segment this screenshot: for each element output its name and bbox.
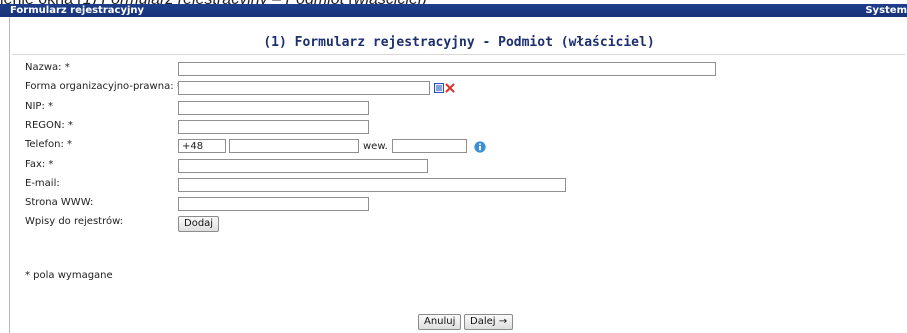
clear-x-icon[interactable] (445, 83, 455, 93)
regon-input[interactable] (178, 120, 369, 134)
label-regon: REGON: * (25, 120, 73, 131)
nip-input[interactable] (178, 101, 369, 115)
label-wpisy: Wpisy do rejestrów: (25, 216, 124, 227)
label-www: Strona WWW: (25, 197, 94, 208)
registration-window: Formularz rejestracyjny System (1) Formu… (0, 4, 907, 333)
www-input[interactable] (178, 197, 369, 211)
add-register-entry-button[interactable]: Dodaj (178, 216, 220, 232)
cancel-button[interactable]: Anuluj (418, 314, 462, 330)
info-icon[interactable] (474, 141, 486, 153)
email-input[interactable] (178, 178, 566, 192)
window-title-right: System (865, 5, 907, 16)
fax-input[interactable] (178, 159, 428, 173)
telefon-ext-input[interactable] (392, 139, 467, 153)
nazwa-input[interactable] (178, 62, 716, 76)
list-select-icon[interactable] (434, 83, 444, 93)
label-wew: wew. (363, 141, 388, 152)
forma-input[interactable] (178, 81, 430, 95)
label-nip: NIP: * (25, 101, 54, 112)
required-note: * pola wymagane (25, 270, 113, 281)
label-forma: Forma organizacyjno-prawna: * (25, 81, 182, 92)
window-title: Formularz rejestracyjny (10, 5, 145, 16)
next-button[interactable]: Dalej → (464, 314, 514, 330)
label-telefon: Telefon: * (25, 139, 73, 150)
window-titlebar: Formularz rejestracyjny System (0, 4, 907, 17)
label-email: E-mail: (25, 178, 60, 189)
form-title: (1) Formularz rejestracyjny - Podmiot (w… (263, 35, 655, 50)
label-nazwa: Nazwa: * (25, 62, 70, 73)
form-panel: (1) Formularz rejestracyjny - Podmiot (w… (9, 17, 907, 333)
telefon-prefix-input[interactable] (178, 139, 226, 153)
title-separator (12, 54, 905, 55)
telefon-number-input[interactable] (229, 139, 359, 153)
label-fax: Fax: * (25, 159, 54, 170)
